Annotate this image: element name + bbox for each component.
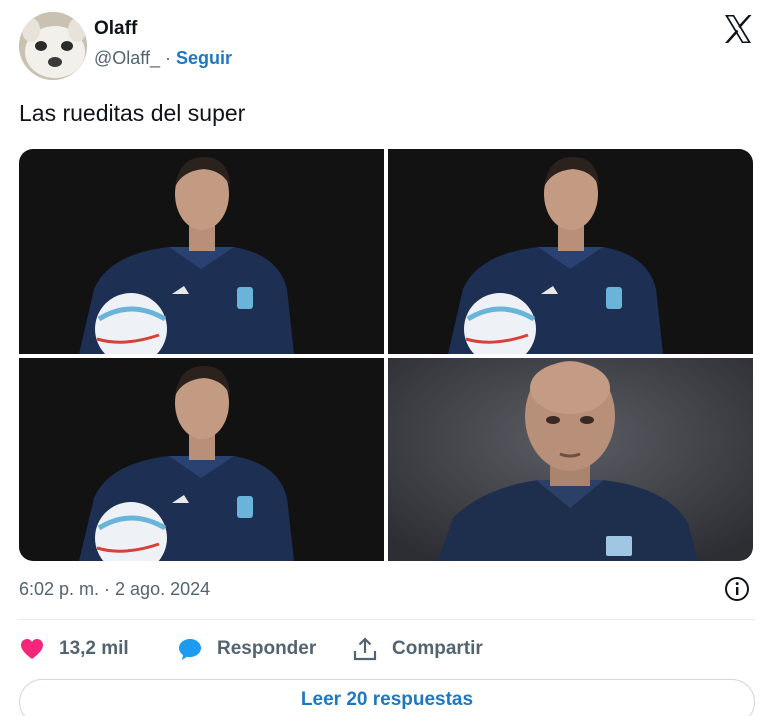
tweet-header: Olaff @Olaff_ · Seguir — [19, 12, 759, 82]
follow-button[interactable]: Seguir — [176, 48, 232, 68]
tweet-text: Las rueditas del super — [19, 100, 246, 126]
reply-button[interactable]: Responder — [177, 634, 316, 664]
x-logo-icon[interactable] — [721, 12, 755, 46]
share-label: Compartir — [392, 638, 483, 659]
author-handle[interactable]: @Olaff_ — [94, 48, 160, 68]
like-count: 13,2 mil — [59, 638, 129, 659]
action-bar: 13,2 mil Responder Compartir — [19, 634, 759, 664]
share-icon — [353, 637, 377, 661]
divider — [19, 619, 755, 620]
share-button[interactable]: Compartir — [352, 634, 483, 664]
speech-bubble-icon — [179, 639, 201, 660]
media-image-2[interactable] — [388, 149, 753, 354]
read-replies-button[interactable]: Leer 20 respuestas — [19, 679, 755, 716]
author-name[interactable]: Olaff — [94, 18, 137, 40]
media-image-4[interactable] — [388, 358, 753, 561]
media-image-3[interactable] — [19, 358, 384, 561]
media-image-1[interactable] — [19, 149, 384, 354]
tweet-timestamp[interactable]: 6:02 p. m. · 2 ago. 2024 — [19, 579, 210, 600]
reply-label: Responder — [217, 638, 317, 659]
separator-dot: · — [165, 48, 171, 68]
media-grid — [19, 149, 753, 561]
heart-icon — [21, 639, 43, 659]
author-handle-row: @Olaff_ · Seguir — [94, 48, 232, 69]
like-button[interactable]: 13,2 mil — [19, 634, 129, 664]
info-icon[interactable] — [724, 576, 750, 602]
avatar[interactable] — [19, 12, 87, 80]
